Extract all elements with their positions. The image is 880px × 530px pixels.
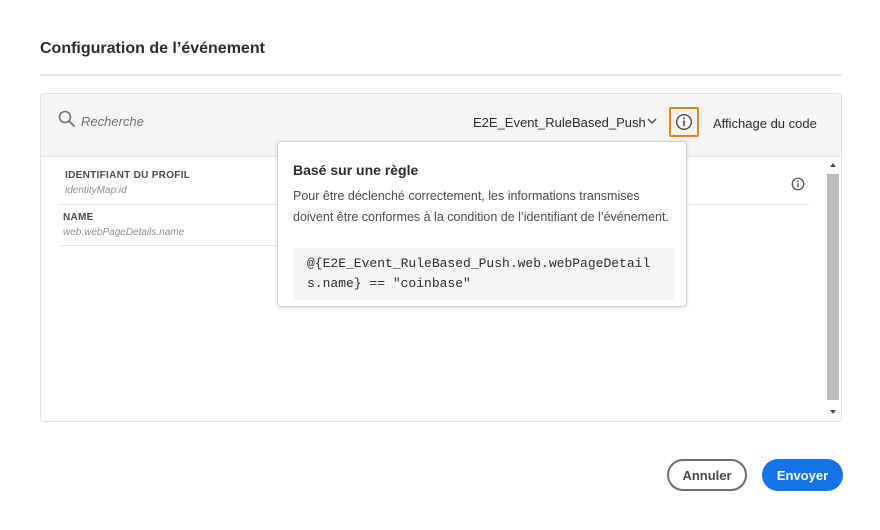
name-path: web.webPageDetails.name: [63, 227, 185, 238]
chevron-down-icon[interactable]: [646, 115, 658, 127]
scroll-down-icon[interactable]: [829, 409, 837, 415]
tooltip-title: Basé sur une règle: [293, 162, 419, 178]
submit-button[interactable]: Envoyer: [762, 459, 843, 491]
info-icon[interactable]: [791, 177, 805, 191]
event-info-button[interactable]: [669, 107, 699, 137]
profile-id-label: IDENTIFIANT DU PROFIL: [65, 170, 191, 181]
rule-based-tooltip: Basé sur une règle Pour être déclenché c…: [277, 141, 687, 307]
code-view-toggle[interactable]: Affichage du code: [713, 116, 817, 131]
search-input[interactable]: Recherche: [81, 114, 144, 129]
event-selector[interactable]: E2E_Event_RuleBased_Push: [473, 115, 646, 130]
dialog-title: Configuration de l’événement: [40, 40, 265, 57]
tooltip-body: Pour être déclenché correctement, les in…: [293, 189, 669, 224]
scroll-up-icon[interactable]: [829, 162, 837, 168]
cancel-button[interactable]: Annuler: [667, 459, 747, 491]
scrollbar-thumb[interactable]: [827, 174, 839, 400]
profile-id-path: identityMap.id: [65, 185, 127, 196]
title-divider: [40, 74, 842, 76]
search-icon: [58, 110, 75, 127]
tooltip-condition-code: @{E2E_Event_RuleBased_Push.web.webPageDe…: [293, 248, 675, 300]
info-icon: [675, 113, 693, 131]
name-label: NAME: [63, 212, 94, 223]
